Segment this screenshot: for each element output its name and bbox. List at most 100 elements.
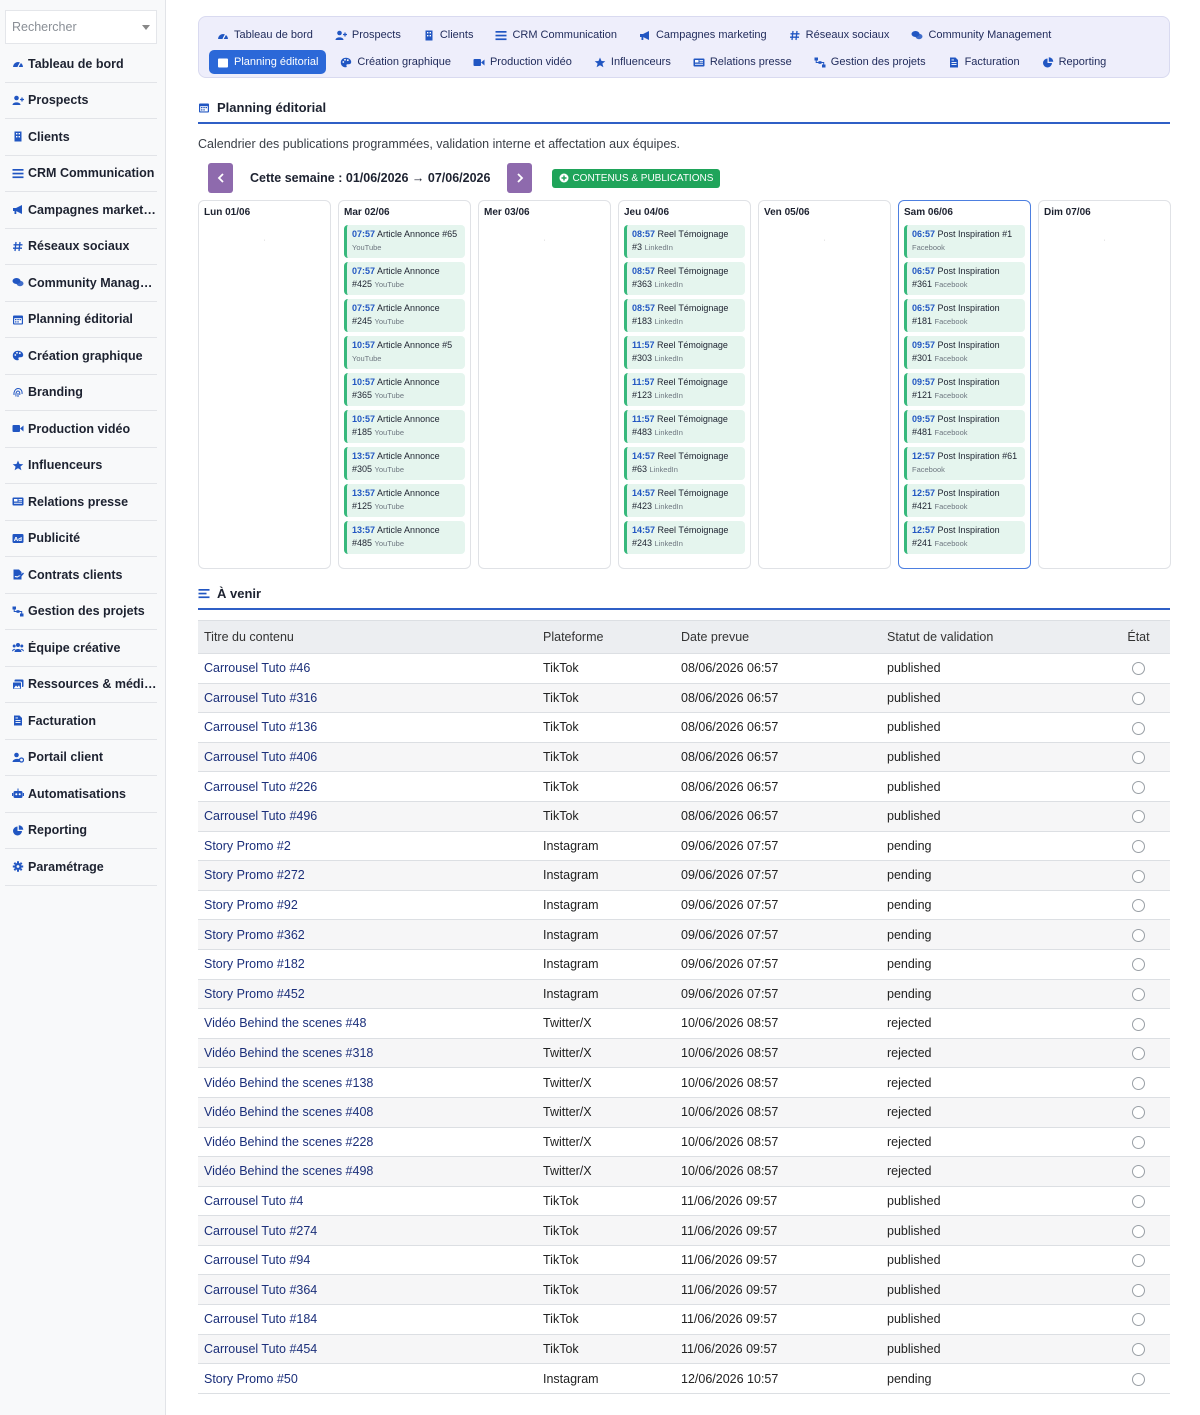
sidebar-item-parametrage[interactable]: Paramétrage (5, 849, 157, 886)
state-radio[interactable] (1132, 780, 1145, 794)
table-row[interactable]: Story Promo #50 Instagram 12/06/2026 10:57… (198, 1363, 1170, 1394)
tab-facturation[interactable]: Facturation (940, 50, 1028, 74)
state-radio[interactable] (1132, 928, 1145, 942)
content-title-cell[interactable]: Story Promo #452 (198, 979, 537, 1010)
table-row[interactable]: Vidéo Behind the scenes #138 Twitter/X 10/… (198, 1067, 1170, 1098)
sidebar-item-contrats-clients[interactable]: Contrats clients (5, 557, 157, 594)
calendar-post[interactable]: 07:57 Article Annonce #245 YouTube (344, 299, 465, 332)
sidebar-item-automatisations[interactable]: Automatisations (5, 776, 157, 813)
content-title-cell[interactable]: Carrousel Tuto #454 (198, 1334, 537, 1365)
sidebar-item-relations-presse[interactable]: Relations presse (5, 484, 157, 521)
state-radio[interactable] (1132, 810, 1145, 824)
content-title-cell[interactable]: Story Promo #272 (198, 860, 537, 891)
table-row[interactable]: Story Promo #362 Instagram 09/06/2026 07:5… (198, 919, 1170, 950)
sidebar-item-campagnes-marketing[interactable]: Campagnes marketing (5, 192, 157, 229)
tab-reseaux-sociaux[interactable]: Réseaux sociaux (781, 23, 898, 47)
content-title-cell[interactable]: Story Promo #50 (198, 1363, 537, 1394)
state-radio[interactable] (1132, 662, 1145, 676)
tab-planning-editorial[interactable]: Planning éditorial (209, 50, 327, 74)
calendar-post[interactable]: 06:57 Post Inspiration #1 Facebook (904, 225, 1025, 258)
calendar-post[interactable]: 10:57 Article Annonce #5 YouTube (344, 336, 465, 369)
tab-relations-presse[interactable]: Relations presse (685, 50, 800, 74)
calendar-post[interactable]: 13:57 Article Annonce #305 YouTube (344, 447, 465, 480)
previous-week-button[interactable] (208, 163, 233, 193)
col-title-header[interactable]: Titre du contenu (198, 620, 537, 654)
sidebar-item-ressources-medias[interactable]: Ressources & médias (5, 667, 157, 703)
state-radio[interactable] (1132, 1135, 1145, 1149)
tab-crm-communication[interactable]: CRM Communication (487, 23, 625, 47)
calendar-post[interactable]: 09:57 Post Inspiration #301 Facebook (904, 336, 1025, 369)
calendar-post[interactable]: 12:57 Post Inspiration #61 Facebook (904, 447, 1025, 480)
state-radio[interactable] (1132, 1283, 1145, 1297)
content-title-cell[interactable]: Vidéo Behind the scenes #48 (198, 1008, 537, 1039)
tab-production-video[interactable]: Production vidéo (465, 50, 580, 74)
state-radio[interactable] (1132, 1076, 1145, 1090)
content-title-cell[interactable]: Carrousel Tuto #274 (198, 1215, 537, 1246)
state-radio[interactable] (1132, 1313, 1145, 1327)
calendar-post[interactable]: 08:57 Reel Témoignage #183 LinkedIn (624, 299, 745, 332)
calendar-post[interactable]: 06:57 Post Inspiration #181 Facebook (904, 299, 1025, 332)
content-title-cell[interactable]: Carrousel Tuto #184 (198, 1304, 537, 1335)
sidebar-item-branding[interactable]: Branding (5, 375, 157, 411)
table-row[interactable]: Story Promo #452 Instagram 09/06/2026 07:5… (198, 979, 1170, 1010)
tab-tableau-de-bord[interactable]: Tableau de bord (209, 23, 321, 47)
sidebar-item-crm-communication[interactable]: CRM Communication (5, 156, 157, 192)
next-week-button[interactable] (507, 163, 533, 193)
sidebar-item-equipe-creative[interactable]: Équipe créative (5, 630, 157, 667)
sidebar-item-planning-editorial[interactable]: Planning éditorial (5, 302, 157, 338)
table-row[interactable]: Carrousel Tuto #46 TikTok 08/06/2026 06:57… (198, 653, 1170, 684)
calendar-post[interactable]: 09:57 Post Inspiration #121 Facebook (904, 373, 1025, 406)
calendar-post[interactable]: 13:57 Article Annonce #485 YouTube (344, 521, 465, 554)
table-row[interactable]: Story Promo #272 Instagram 09/06/2026 07:5… (198, 860, 1170, 891)
table-row[interactable]: Carrousel Tuto #94 TikTok 11/06/2026 09:57… (198, 1245, 1170, 1276)
sidebar-item-gestion-des-projets[interactable]: Gestion des projets (5, 594, 157, 630)
state-radio[interactable] (1132, 987, 1145, 1001)
state-radio[interactable] (1132, 751, 1145, 765)
table-row[interactable]: Carrousel Tuto #136 TikTok 08/06/2026 06:5… (198, 712, 1170, 743)
content-title-cell[interactable]: Carrousel Tuto #46 (198, 653, 537, 684)
calendar-post[interactable]: 08:57 Reel Témoignage #363 LinkedIn (624, 262, 745, 295)
content-title-cell[interactable]: Carrousel Tuto #496 (198, 801, 537, 832)
state-radio[interactable] (1132, 1106, 1145, 1120)
state-radio[interactable] (1132, 1195, 1145, 1209)
sidebar-item-influenceurs[interactable]: Influenceurs (5, 448, 157, 484)
state-radio[interactable] (1132, 899, 1145, 913)
tab-reporting[interactable]: Reporting (1034, 50, 1115, 74)
content-title-cell[interactable]: Story Promo #182 (198, 949, 537, 980)
table-row[interactable]: Carrousel Tuto #364 TikTok 11/06/2026 09:5… (198, 1274, 1170, 1306)
sidebar-item-publicite[interactable]: Ad Publicité (5, 521, 157, 557)
table-row[interactable]: Vidéo Behind the scenes #228 Twitter/X 10/… (198, 1127, 1170, 1158)
state-radio[interactable] (1132, 869, 1145, 883)
content-publications-button[interactable]: CONTENUS & PUBLICATIONS (552, 168, 721, 188)
tab-clients[interactable]: Clients (415, 23, 482, 47)
sidebar-item-creation-graphique[interactable]: Création graphique (5, 338, 157, 375)
content-title-cell[interactable]: Vidéo Behind the scenes #138 (198, 1067, 537, 1098)
calendar-post[interactable]: 09:57 Post Inspiration #481 Facebook (904, 410, 1025, 443)
state-radio[interactable] (1132, 839, 1145, 853)
sidebar-item-prospects[interactable]: Prospects (5, 83, 157, 119)
table-row[interactable]: Story Promo #182 Instagram 09/06/2026 07:5… (198, 949, 1170, 980)
tab-gestion-des-projets[interactable]: Gestion des projets (806, 50, 934, 74)
state-radio[interactable] (1132, 1254, 1145, 1268)
content-title-cell[interactable]: Vidéo Behind the scenes #228 (198, 1127, 537, 1158)
sidebar-item-facturation[interactable]: Facturation (5, 703, 157, 740)
sidebar-item-reseaux-sociaux[interactable]: Réseaux sociaux (5, 229, 157, 265)
content-title-cell[interactable]: Vidéo Behind the scenes #408 (198, 1097, 537, 1128)
sidebar-item-reporting[interactable]: Reporting (5, 813, 157, 849)
table-row[interactable]: Carrousel Tuto #316 TikTok 08/06/2026 06:5… (198, 683, 1170, 714)
content-title-cell[interactable]: Vidéo Behind the scenes #318 (198, 1038, 537, 1069)
table-row[interactable]: Carrousel Tuto #406 TikTok 08/06/2026 06:5… (198, 742, 1170, 773)
state-radio[interactable] (1132, 1224, 1145, 1238)
table-row[interactable]: Carrousel Tuto #184 TikTok 11/06/2026 09:5… (198, 1304, 1170, 1335)
sidebar-item-production-video[interactable]: Production vidéo (5, 411, 157, 448)
sidebar-item-community-management[interactable]: Community Management (5, 265, 157, 302)
content-title-cell[interactable]: Story Promo #362 (198, 919, 537, 950)
state-radio[interactable] (1132, 1165, 1145, 1179)
calendar-post[interactable]: 13:57 Article Annonce #125 YouTube (344, 484, 465, 517)
state-radio[interactable] (1132, 1047, 1145, 1061)
calendar-post[interactable]: 14:57 Reel Témoignage #423 LinkedIn (624, 484, 745, 517)
table-row[interactable]: Vidéo Behind the scenes #498 Twitter/X 10/… (198, 1156, 1170, 1187)
calendar-post[interactable]: 07:57 Article Annonce #65 YouTube (344, 225, 465, 258)
content-title-cell[interactable]: Carrousel Tuto #406 (198, 742, 537, 773)
calendar-post[interactable]: 08:57 Reel Témoignage #3 LinkedIn (624, 225, 745, 258)
